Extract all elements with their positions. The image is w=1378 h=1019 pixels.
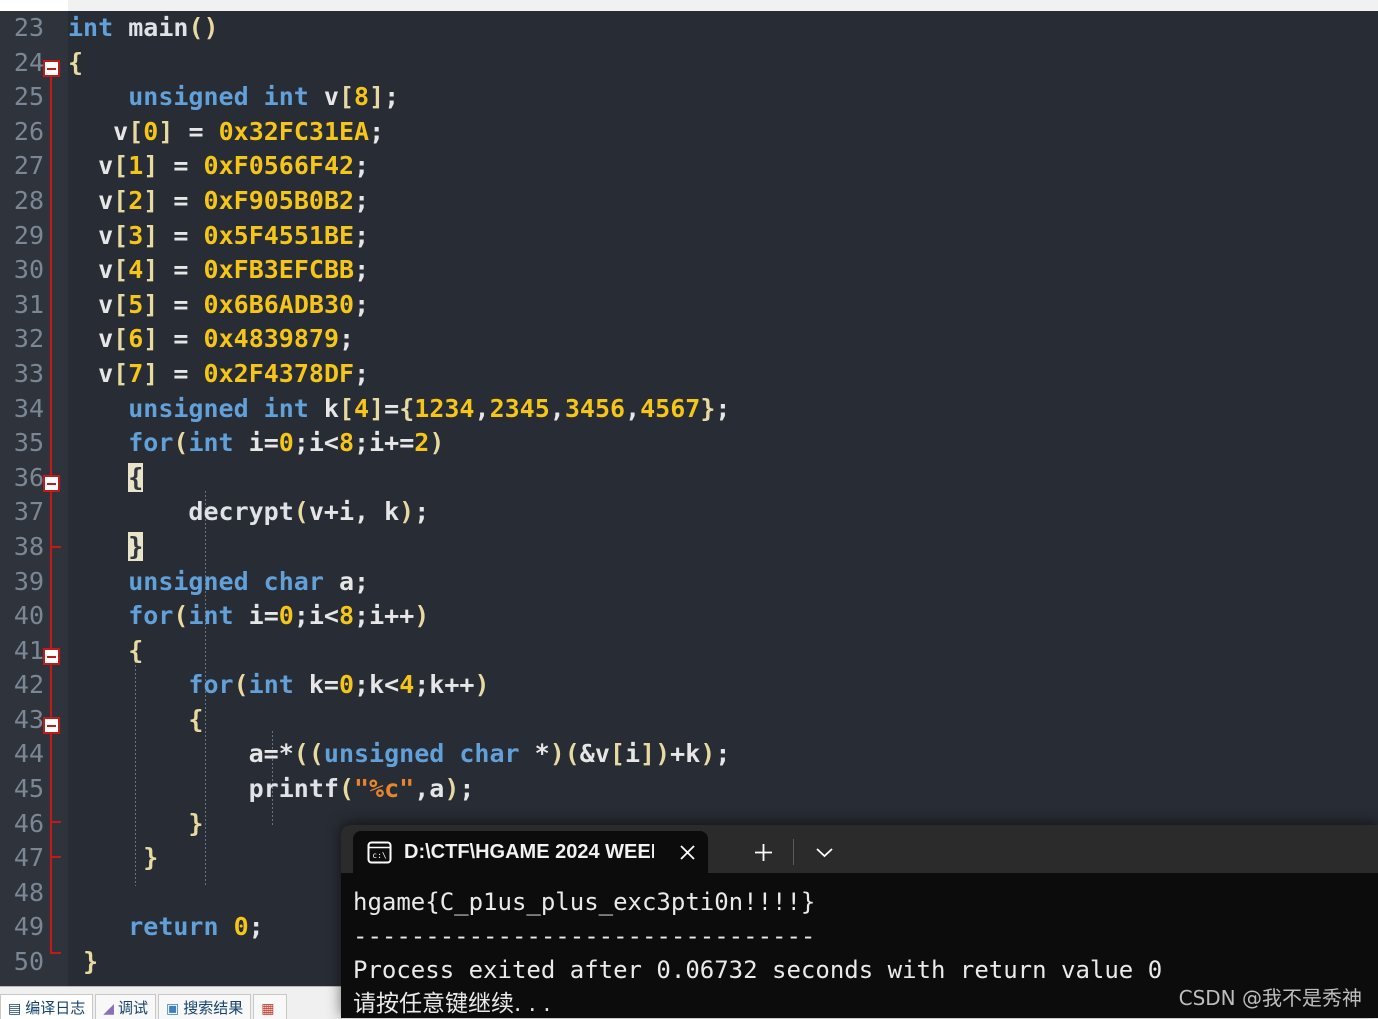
search-results-icon: ▣ (166, 1001, 179, 1015)
code-line[interactable]: v[6] = 0x4839879; (68, 322, 1378, 357)
line-number: 39 (0, 565, 44, 600)
code-line[interactable]: v[7] = 0x2F4378DF; (68, 357, 1378, 392)
chevron-down-icon[interactable] (806, 837, 842, 867)
code-line[interactable]: unsigned int k[4]={1234,2345,3456,4567}; (68, 392, 1378, 427)
titlebar-separator (793, 839, 794, 865)
line-number: 49 (0, 910, 44, 945)
code-line[interactable]: { (68, 461, 1378, 496)
bottom-tab-compile-log[interactable]: ▤ 编译日志 (0, 994, 93, 1019)
code-line[interactable]: v[3] = 0x5F4551BE; (68, 219, 1378, 254)
log-icon: ▤ (8, 1001, 21, 1015)
line-number: 45 (0, 772, 44, 807)
line-number: 32 (0, 322, 44, 357)
line-number: 30 (0, 253, 44, 288)
console-icon: c:\ (367, 841, 392, 864)
code-line[interactable]: a=*((unsigned char *)(&v[i])+k); (68, 737, 1378, 772)
terminal-output-line: hgame{C_p1us_plus_exc3pti0n!!!!} (353, 885, 1378, 919)
code-line[interactable]: { (68, 634, 1378, 669)
terminal-output-line: -------------------------------- (353, 919, 1378, 953)
line-number: 42 (0, 668, 44, 703)
svg-text:c:\: c:\ (372, 851, 387, 860)
bottom-tab-label: 编译日志 (25, 997, 85, 1018)
line-number: 31 (0, 288, 44, 323)
bottom-tab-search-results[interactable]: ▣ 搜索结果 (158, 994, 251, 1019)
code-line[interactable]: v[2] = 0xF905B0B2; (68, 184, 1378, 219)
line-number: 27 (0, 149, 44, 184)
terminal-titlebar[interactable]: c:\ D:\CTF\HGAME 2024 WEEK 3\ (341, 825, 1378, 873)
bottom-tab-debug[interactable]: ◢ 调试 (95, 994, 156, 1019)
code-line[interactable]: unsigned int v[8]; (68, 80, 1378, 115)
line-number: 36 (0, 461, 44, 496)
close-panel-icon: ▦ (261, 1001, 274, 1015)
terminal-tab-title: D:\CTF\HGAME 2024 WEEK 3\ (404, 841, 654, 864)
line-number: 23 (0, 11, 44, 46)
code-line[interactable]: for(int i=0;i<8;i++) (68, 599, 1378, 634)
code-line[interactable]: v[5] = 0x6B6ADB30; (68, 288, 1378, 323)
line-number: 37 (0, 495, 44, 530)
bottom-tab-strip[interactable]: ▤ 编译日志 ◢ 调试 ▣ 搜索结果 ▦ (0, 994, 289, 1019)
editor-top-strip (0, 0, 1378, 11)
line-number: 25 (0, 80, 44, 115)
close-icon[interactable] (672, 837, 702, 867)
code-line[interactable]: for(int i=0;i<8;i+=2) (68, 426, 1378, 461)
line-number: 29 (0, 219, 44, 254)
bottom-tab-label: 调试 (118, 997, 148, 1018)
code-line[interactable]: { (68, 46, 1378, 81)
code-line[interactable]: { (68, 703, 1378, 738)
line-number: 26 (0, 115, 44, 150)
line-number-column: 23 24 25 26 27 28 29 30 31 32 33 34 35 3… (0, 11, 68, 980)
code-line[interactable]: unsigned char a; (68, 565, 1378, 600)
line-number: 28 (0, 184, 44, 219)
line-number: 33 (0, 357, 44, 392)
line-number: 41 (0, 634, 44, 669)
terminal-tab[interactable]: c:\ D:\CTF\HGAME 2024 WEEK 3\ (353, 831, 708, 873)
line-number: 50 (0, 945, 44, 980)
code-line[interactable]: v[4] = 0xFB3EFCBB; (68, 253, 1378, 288)
line-number: 35 (0, 426, 44, 461)
line-number: 47 (0, 841, 44, 876)
new-tab-icon[interactable] (745, 837, 781, 867)
line-number: 43 (0, 703, 44, 738)
code-line[interactable]: } (68, 530, 1378, 565)
line-number: 48 (0, 876, 44, 911)
line-number: 44 (0, 737, 44, 772)
line-number: 40 (0, 599, 44, 634)
code-line[interactable]: for(int k=0;k<4;k++) (68, 668, 1378, 703)
bottom-tab-label: 搜索结果 (183, 997, 243, 1018)
code-line[interactable]: v[1] = 0xF0566F42; (68, 149, 1378, 184)
code-line[interactable]: printf("%c",a); (68, 772, 1378, 807)
code-line[interactable]: v[0] = 0x32FC31EA; (68, 115, 1378, 150)
debug-icon: ◢ (103, 1001, 114, 1015)
line-number: 34 (0, 392, 44, 427)
csdn-watermark: CSDN @我不是秀神 (1179, 982, 1362, 1011)
line-number: 46 (0, 807, 44, 842)
code-line[interactable]: decrypt(v+i, k); (68, 495, 1378, 530)
code-line[interactable]: int main() (68, 11, 1378, 46)
line-number: 38 (0, 530, 44, 565)
bottom-tab-close[interactable]: ▦ (253, 994, 286, 1019)
line-number: 24 (0, 46, 44, 81)
bottom-panel-tabbar[interactable]: ▤ 编译日志 ◢ 调试 ▣ 搜索结果 ▦ (0, 986, 345, 1019)
